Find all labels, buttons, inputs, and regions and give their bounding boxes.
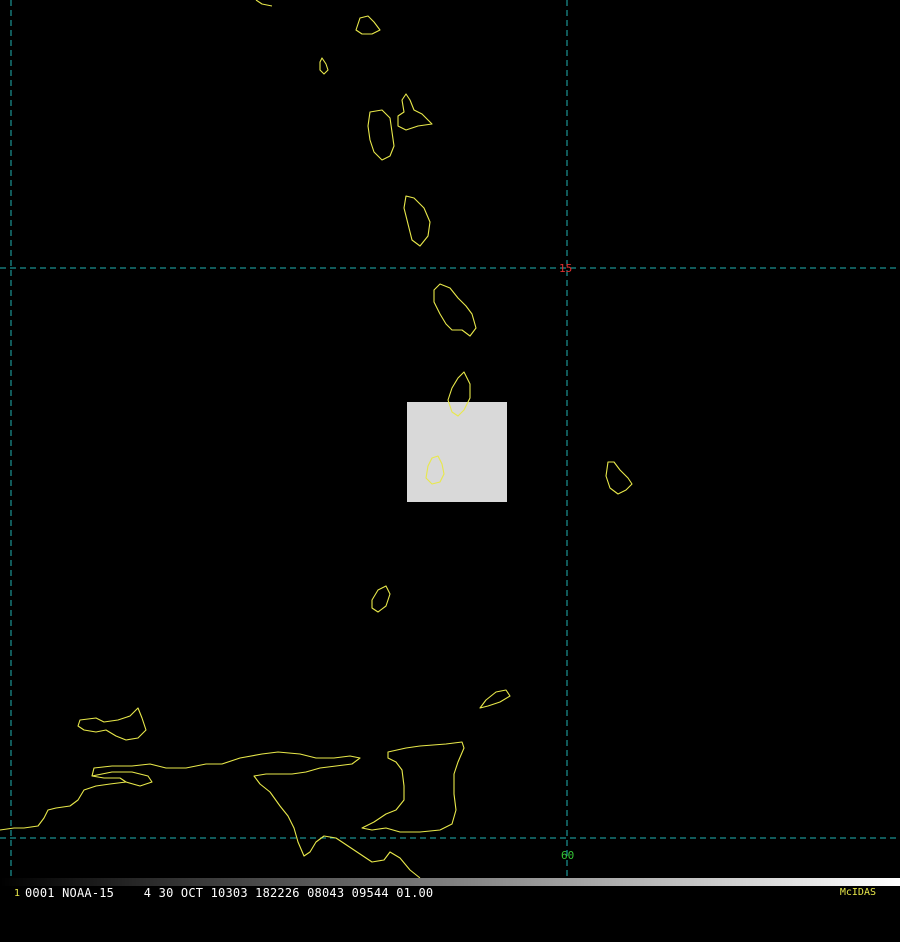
satellite-map-view: 15 60 <box>0 0 900 900</box>
mcidas-brand-label: McIDAS <box>839 887 876 898</box>
latitude-label-15: 15 <box>559 262 572 275</box>
inset-box <box>407 402 507 502</box>
frame-number: 1 <box>14 888 21 899</box>
frame-info-text: 0001 NOAA-15 4 30 OCT 10303 182226 08043… <box>25 886 434 900</box>
status-bar: 1 0001 NOAA-15 4 30 OCT 10303 182226 080… <box>0 886 900 900</box>
longitude-label-60: 60 <box>561 849 574 862</box>
